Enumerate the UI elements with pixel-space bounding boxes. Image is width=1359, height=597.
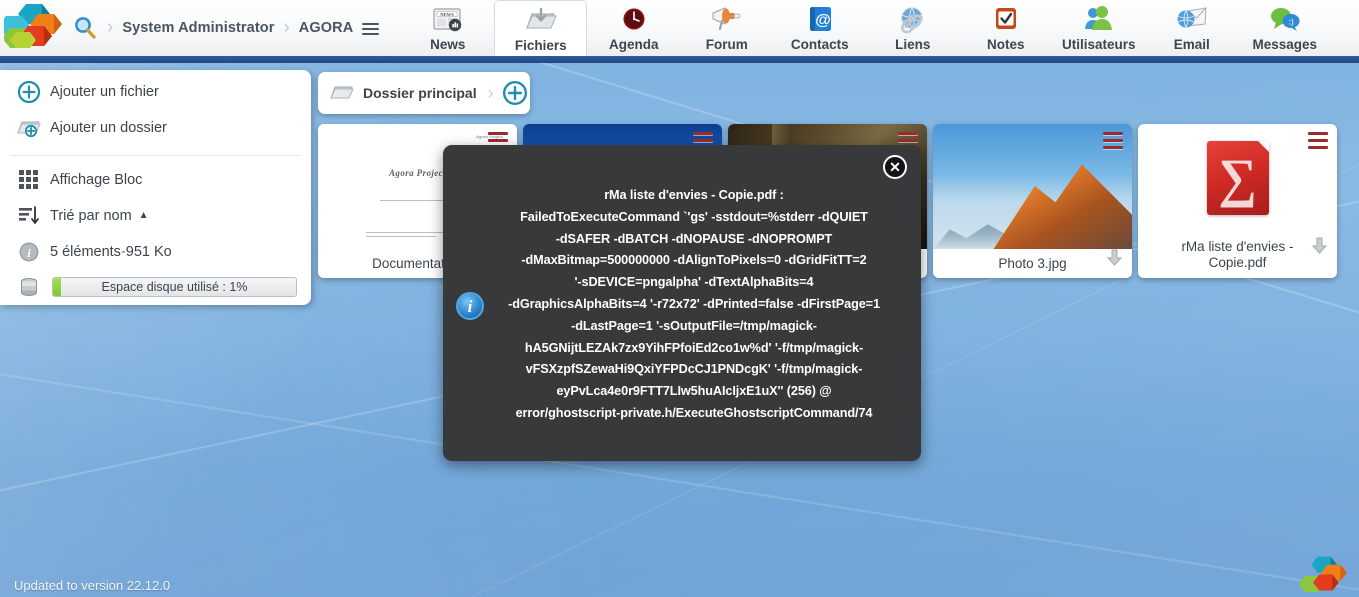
nav-label-notes: Notes [987, 37, 1025, 52]
sidebar-item-sort[interactable]: Trié par nom ▲ [0, 198, 311, 234]
disk-usage-fill [53, 278, 61, 296]
sidebar-item-add-folder[interactable]: Ajouter un dossier [0, 110, 311, 146]
disk-usage-label: Espace disque utilisé : 1% [101, 280, 248, 294]
sidebar-label-add-folder: Ajouter un dossier [50, 120, 167, 136]
hamburger-menu-icon[interactable] [362, 20, 380, 39]
hamburger-menu-icon[interactable] [1103, 132, 1123, 153]
error-message-text: rMa liste d'envies - Copie.pdf : FailedT… [508, 188, 880, 420]
sort-direction-icon[interactable]: ▲ [139, 210, 149, 221]
folder-breadcrumb-bar: Dossier principal › [318, 72, 530, 114]
download-arrow-icon[interactable] [1310, 236, 1329, 260]
sidebar-label-item-count: 5 éléments [50, 244, 121, 260]
nav-item-notes[interactable]: Notes [959, 0, 1052, 56]
left-sidebar-panel: Ajouter un fichier Ajouter un dossier Af… [0, 70, 311, 305]
sidebar-label-sort: Trié par nom [50, 208, 132, 224]
search-icon[interactable] [72, 15, 98, 41]
database-icon [12, 276, 46, 298]
top-navigation-bar: › System Administrator › AGORA NEWS News… [0, 0, 1359, 63]
folder-plus-icon [12, 116, 46, 140]
file-card-pdf[interactable]: ∑ rMa liste d'envies - Copie.pdf [1138, 124, 1337, 278]
svg-text::): :) [1288, 18, 1294, 27]
sidebar-label-total-size: 951 Ko [125, 244, 172, 260]
users-icon [1081, 3, 1117, 37]
hamburger-menu-icon[interactable] [1308, 132, 1328, 153]
grid-icon [12, 170, 46, 190]
plus-circle-icon [12, 80, 46, 104]
nav-label-fichiers: Fichiers [514, 38, 567, 53]
nav-item-email[interactable]: Email [1145, 0, 1238, 56]
sidebar-item-add-file[interactable]: Ajouter un fichier [0, 74, 311, 110]
nav-item-contacts[interactable]: @ Contacts [773, 0, 866, 56]
folder-breadcrumb-separator: › [487, 82, 494, 103]
clock-icon [617, 3, 651, 37]
nav-label-messages: Messages [1252, 37, 1318, 52]
folder-icon[interactable] [330, 83, 354, 103]
nav-label-email: Email [1173, 37, 1210, 52]
folder-breadcrumb-label[interactable]: Dossier principal [363, 85, 477, 101]
download-arrow-icon[interactable] [1105, 248, 1124, 272]
breadcrumb-item-user[interactable]: System Administrator [122, 20, 274, 36]
breadcrumb-separator: › [107, 17, 114, 38]
sidebar-label-add-file: Ajouter un fichier [50, 84, 159, 100]
main-nav: NEWS News Fichiers Agenda Forum @ Contac… [401, 0, 1331, 56]
globe-envelope-icon [1174, 3, 1210, 37]
sidebar-divider [10, 155, 301, 156]
folder-download-icon [523, 4, 559, 38]
svg-text:@: @ [815, 12, 831, 29]
globe-paperclip-icon [896, 3, 930, 37]
sidebar-item-disk-usage: Espace disque utilisé : 1% [0, 270, 311, 304]
sort-icon [12, 206, 46, 226]
breadcrumb-separator: › [283, 17, 290, 38]
nav-item-forum[interactable]: Forum [680, 0, 773, 56]
disk-usage-bar[interactable]: Espace disque utilisé : 1% [52, 277, 297, 297]
sidebar-item-view-mode[interactable]: Affichage Bloc [0, 162, 311, 198]
nav-item-fichiers[interactable]: Fichiers [494, 0, 588, 56]
sidebar-item-count: i 5 éléments - 951 Ko [0, 234, 311, 270]
at-book-icon: @ [803, 3, 837, 37]
add-item-button[interactable] [502, 80, 528, 106]
status-bar-text: Updated to version 22.12.0 [14, 577, 171, 593]
agora-cube-logo-svg [0, 4, 62, 48]
nav-label-liens: Liens [895, 37, 931, 52]
nav-label-agenda: Agenda [609, 37, 659, 52]
agora-cube-logo[interactable] [0, 2, 66, 54]
breadcrumb-item-agora[interactable]: AGORA [299, 20, 353, 36]
sidebar-label-view-mode: Affichage Bloc [50, 172, 143, 188]
nav-label-forum: Forum [705, 37, 748, 52]
nav-label-utilisateurs: Utilisateurs [1062, 37, 1136, 52]
file-card-photo-3[interactable]: Photo 3.jpg [933, 124, 1132, 278]
newspaper-icon: NEWS [431, 3, 465, 37]
nav-label-contacts: Contacts [790, 37, 849, 52]
svg-text:NEWS: NEWS [440, 12, 454, 17]
file-name-label: rMa liste d'envies - Copie.pdf [1138, 232, 1337, 278]
close-icon[interactable]: ✕ [883, 155, 907, 179]
nav-item-utilisateurs[interactable]: Utilisateurs [1052, 0, 1145, 56]
error-dialog: ✕ i rMa liste d'envies - Copie.pdf : Fai… [443, 145, 921, 461]
info-icon: i [456, 292, 484, 320]
chat-bubbles-icon: :) [1267, 3, 1303, 37]
info-icon: i [12, 241, 46, 263]
nav-item-liens[interactable]: Liens [866, 0, 959, 56]
nav-item-messages[interactable]: :) Messages [1238, 0, 1331, 56]
nav-item-news[interactable]: NEWS News [401, 0, 494, 56]
nav-label-news: News [430, 37, 466, 52]
nav-item-agenda[interactable]: Agenda [587, 0, 680, 56]
agora-cube-logo-corner[interactable] [1298, 555, 1351, 597]
breadcrumb: › System Administrator › AGORA [66, 0, 380, 56]
megaphone-icon [709, 3, 745, 37]
status-bar: Updated to version 22.12.0 [14, 573, 170, 597]
pdf-file-icon: ∑ [1206, 141, 1269, 215]
file-name-label: Photo 3.jpg [933, 249, 1132, 278]
checkbox-note-icon [989, 3, 1023, 37]
